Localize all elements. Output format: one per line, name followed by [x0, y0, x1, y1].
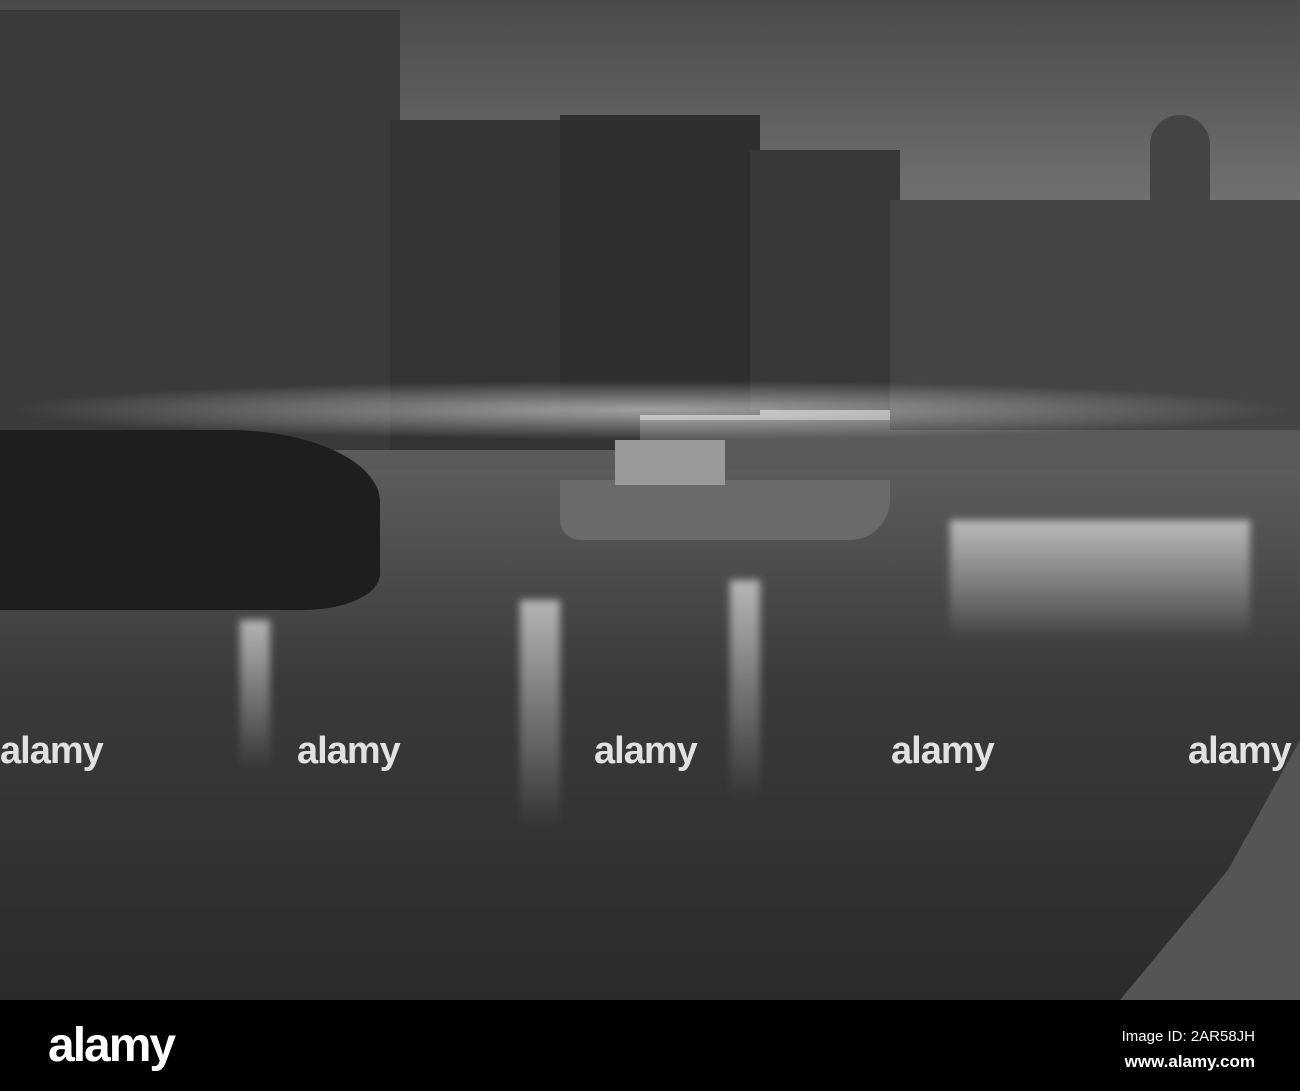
watermark: alamy [297, 730, 401, 772]
reflection [520, 600, 560, 830]
building [750, 150, 900, 410]
watermark: alamy [0, 730, 104, 772]
watermark: alamy [1188, 730, 1292, 772]
houseboat [560, 480, 890, 540]
watermark: alamy [594, 730, 698, 772]
image-id: Image ID: 2AR58JH [1121, 1028, 1255, 1045]
boat-cabin [615, 440, 725, 485]
photo-canal-night: alamy alamy alamy alamy alamy [0, 0, 1300, 1000]
footer-bar: alamy Image ID: 2AR58JH www.alamy.com [0, 1000, 1300, 1091]
watermark: alamy [891, 730, 995, 772]
reflection [240, 620, 270, 770]
site-url: www.alamy.com [1124, 1052, 1255, 1071]
tree-island [0, 430, 380, 610]
dome [1150, 115, 1210, 215]
reflection [730, 580, 760, 800]
alamy-logo: alamy [48, 1019, 176, 1072]
reflection [950, 520, 1250, 640]
building [560, 115, 760, 415]
